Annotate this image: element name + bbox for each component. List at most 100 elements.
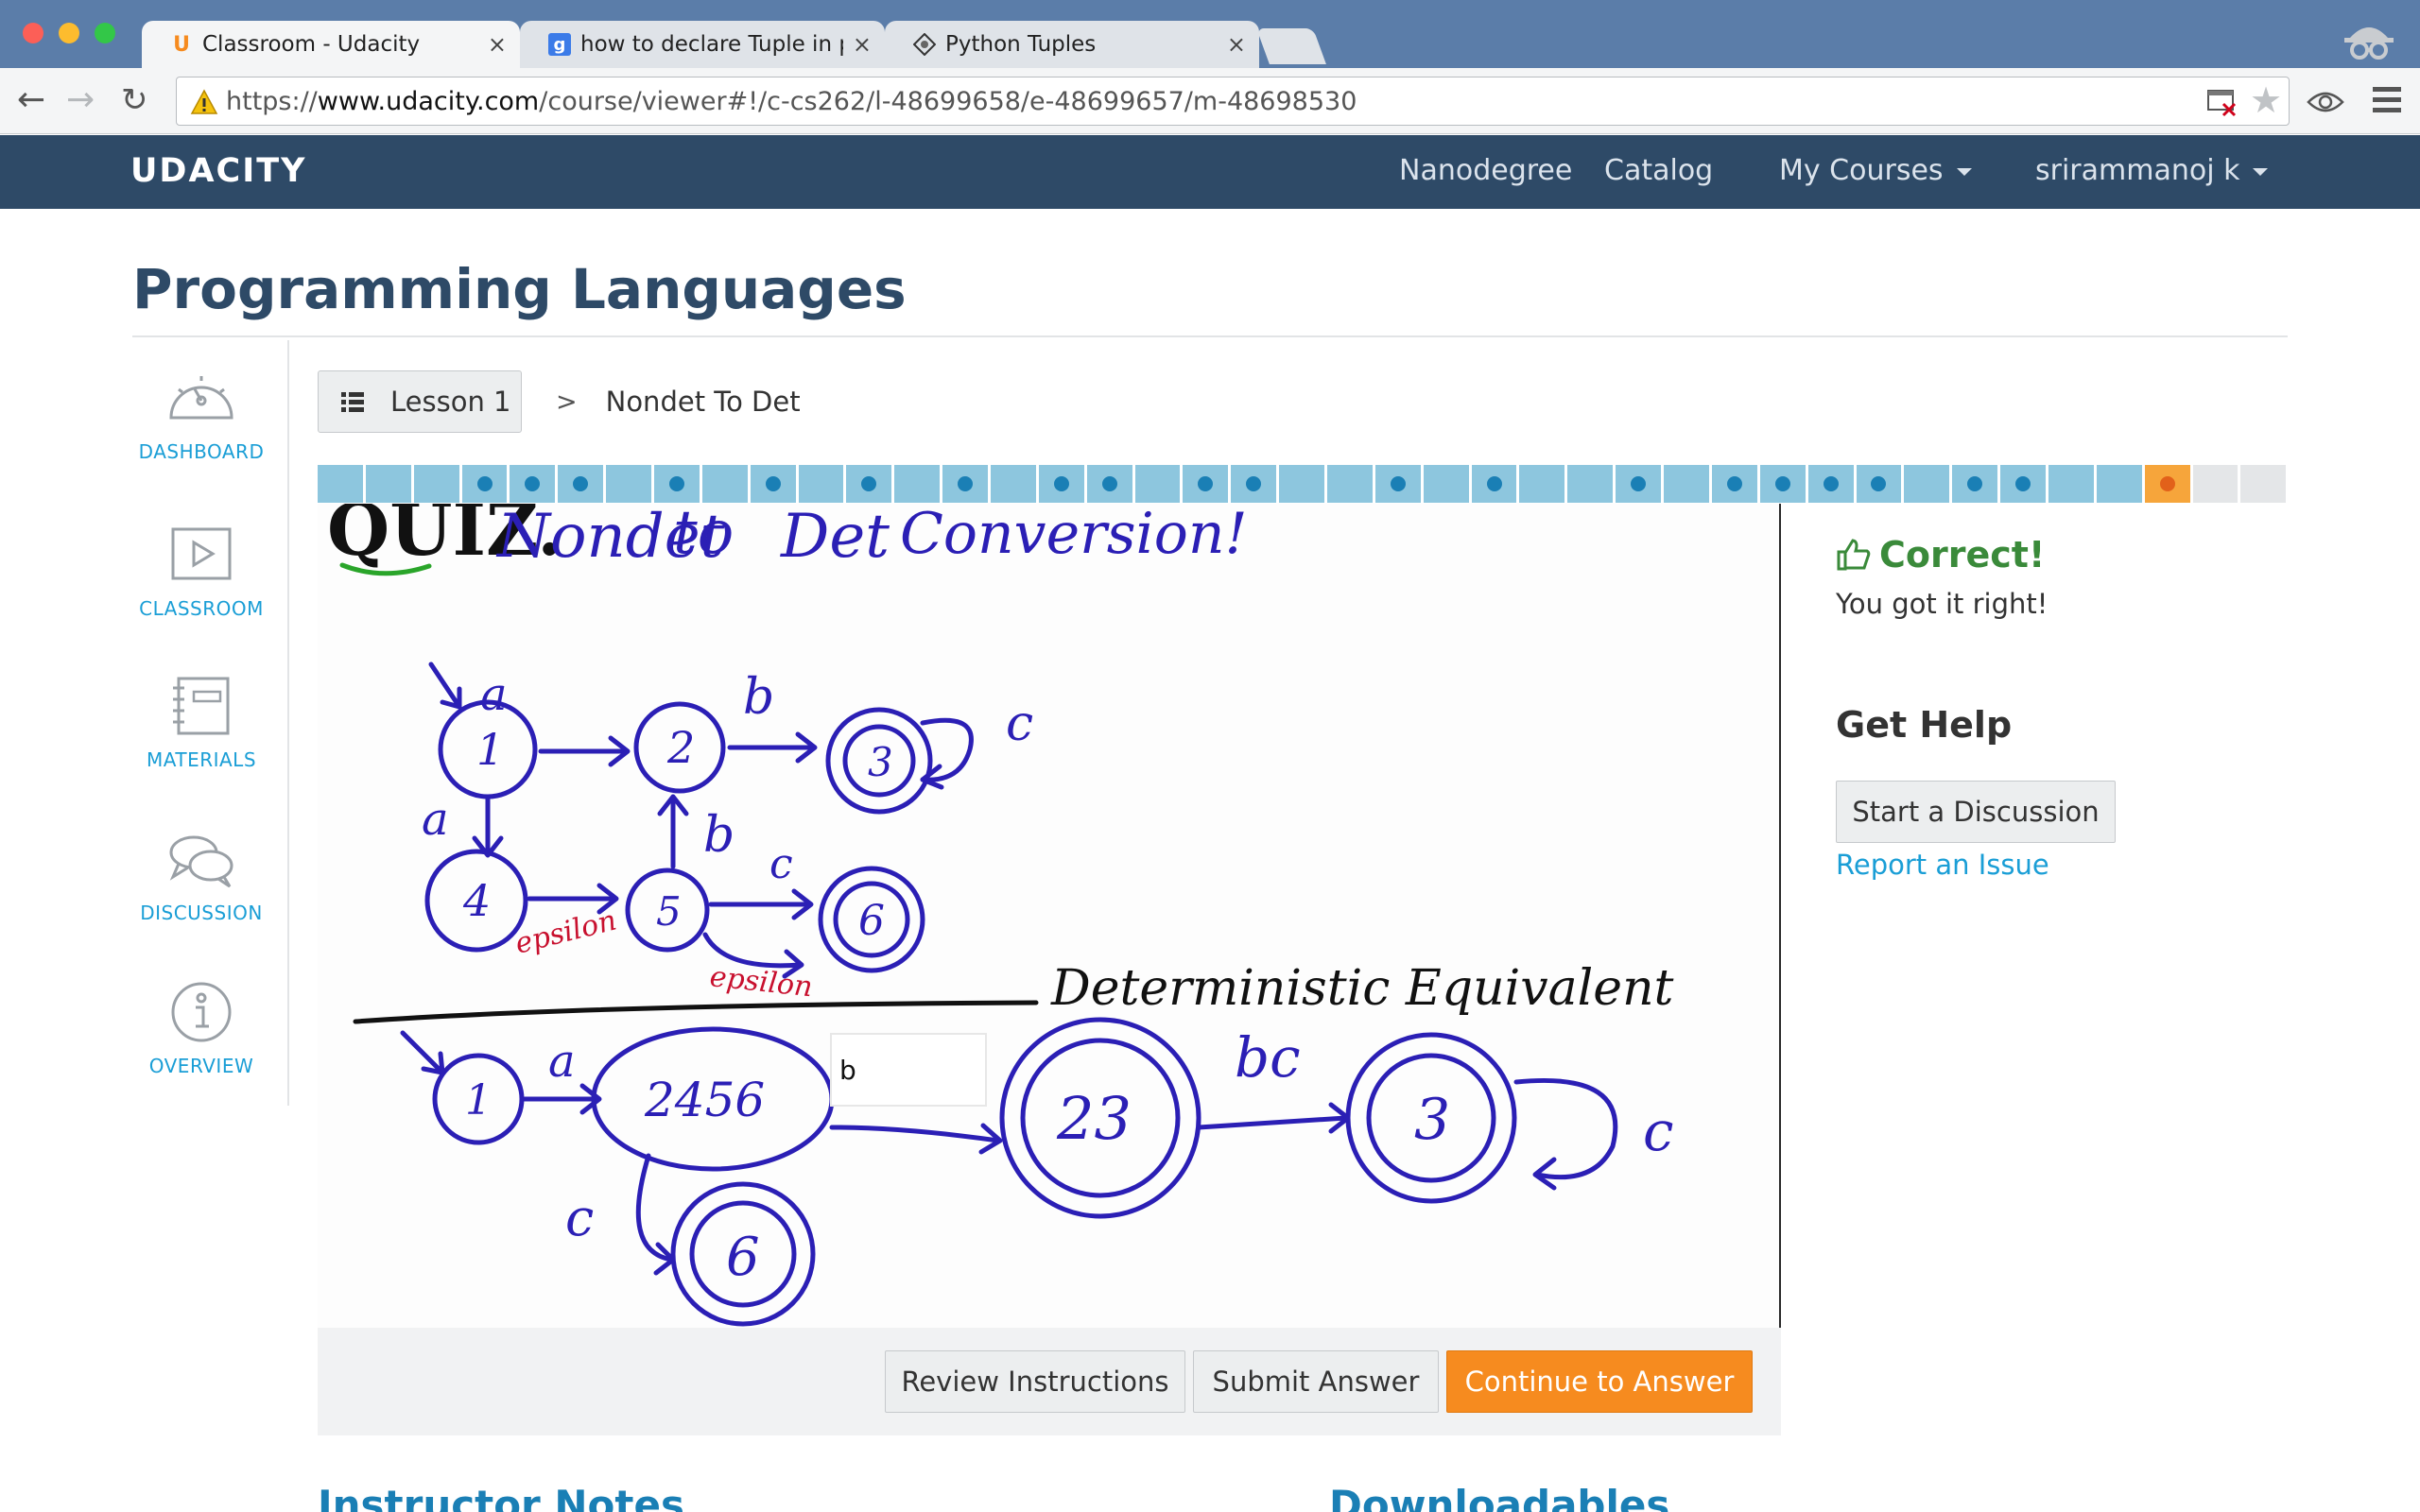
progress-segment[interactable] xyxy=(461,465,508,503)
chevron-down-icon xyxy=(1956,167,1972,176)
close-tab-icon[interactable]: × xyxy=(488,31,507,58)
blocked-popup-icon[interactable] xyxy=(2206,89,2238,117)
progress-segment[interactable] xyxy=(942,465,989,503)
start-discussion-button[interactable]: Start a Discussion xyxy=(1836,781,2116,843)
progress-segment[interactable] xyxy=(413,465,459,503)
progress-segment[interactable] xyxy=(1038,465,1084,503)
close-tab-icon[interactable]: × xyxy=(1227,31,1246,58)
tab-google-search[interactable]: g how to declare Tuple in pyt × xyxy=(520,21,885,68)
back-arrow-icon[interactable]: ← xyxy=(17,81,45,119)
edge-label: a xyxy=(480,668,508,721)
progress-segment[interactable] xyxy=(894,465,941,503)
close-tab-icon[interactable]: × xyxy=(853,31,872,58)
review-instructions-button[interactable]: Review Instructions xyxy=(885,1350,1185,1413)
tab-classroom[interactable]: U Classroom - Udacity × xyxy=(142,21,520,68)
progress-segment[interactable] xyxy=(1664,465,1709,503)
zoom-window-button[interactable] xyxy=(95,23,115,43)
incognito-icon xyxy=(2341,15,2397,64)
url-scheme: https:// xyxy=(226,86,318,116)
tab-title: Classroom - Udacity xyxy=(202,32,421,57)
edge-label: a xyxy=(422,793,449,846)
progress-dot-icon xyxy=(958,476,974,491)
edge-label: b xyxy=(703,807,735,864)
edge-label: a xyxy=(548,1035,576,1088)
progress-segment[interactable] xyxy=(798,465,844,503)
progress-segment[interactable] xyxy=(2240,465,2287,503)
progress-segment[interactable] xyxy=(1952,465,1998,503)
close-window-button[interactable] xyxy=(23,23,43,43)
progress-segment[interactable] xyxy=(991,465,1036,503)
state-label: 4 xyxy=(462,875,491,926)
title-word: Conversion! xyxy=(900,504,1248,567)
progress-dot-icon xyxy=(1726,476,1742,491)
chat-bubbles-icon xyxy=(169,835,233,888)
progress-segment[interactable] xyxy=(750,465,796,503)
edge-label: c xyxy=(769,840,793,888)
section-title: Deterministic Equivalent xyxy=(1050,960,1674,1017)
menu-hamburger-icon[interactable] xyxy=(2373,87,2401,112)
progress-segment[interactable] xyxy=(654,465,700,503)
progress-segment[interactable] xyxy=(1279,465,1325,503)
tab-python-tuples[interactable]: Python Tuples × xyxy=(885,21,1259,68)
sidebar-item-classroom[interactable]: CLASSROOM xyxy=(113,525,289,620)
reload-icon[interactable]: ↻ xyxy=(121,81,148,119)
minimize-window-button[interactable] xyxy=(59,23,79,43)
progress-segment[interactable] xyxy=(1231,465,1277,503)
progress-segment[interactable] xyxy=(1327,465,1373,503)
progress-dot-icon xyxy=(525,476,541,491)
sidebar-item-dashboard[interactable]: DASHBOARD xyxy=(113,369,289,463)
lesson-progress-bar xyxy=(318,465,2287,503)
quiz-button-bar: Review Instructions Submit Answer Contin… xyxy=(318,1328,1781,1435)
lesson-button[interactable]: Lesson 1 xyxy=(318,370,522,433)
nav-nanodegree[interactable]: Nanodegree xyxy=(1399,154,1572,187)
edge-label: c xyxy=(1006,696,1033,752)
progress-segment[interactable] xyxy=(1183,465,1229,503)
progress-segment[interactable] xyxy=(1807,465,1854,503)
progress-segment[interactable] xyxy=(1856,465,1902,503)
progress-segment[interactable] xyxy=(2048,465,2094,503)
sidebar-item-discussion[interactable]: DISCUSSION xyxy=(113,830,289,924)
progress-segment[interactable] xyxy=(2000,465,2046,503)
answer-input[interactable] xyxy=(830,1033,987,1107)
progress-segment[interactable] xyxy=(2192,465,2238,503)
progress-segment[interactable] xyxy=(1904,465,1950,503)
progress-segment[interactable] xyxy=(1423,465,1469,503)
lesson-label: Lesson 1 xyxy=(390,386,511,418)
progress-segment[interactable] xyxy=(365,465,411,503)
sidebar-item-materials[interactable]: MATERIALS xyxy=(113,677,289,771)
progress-segment[interactable] xyxy=(558,465,604,503)
progress-segment[interactable] xyxy=(2096,465,2142,503)
eye-extension-icon[interactable] xyxy=(2307,89,2344,115)
nav-catalog[interactable]: Catalog xyxy=(1604,154,1713,187)
continue-to-answer-button[interactable]: Continue to Answer xyxy=(1446,1350,1753,1413)
progress-segment[interactable] xyxy=(318,465,363,503)
progress-segment[interactable] xyxy=(701,465,748,503)
divider xyxy=(132,335,2288,337)
progress-segment[interactable] xyxy=(1711,465,1757,503)
progress-segment[interactable] xyxy=(1471,465,1517,503)
progress-segment[interactable] xyxy=(1616,465,1662,503)
udacity-logo[interactable]: UDACITY xyxy=(130,152,307,190)
submit-answer-button[interactable]: Submit Answer xyxy=(1193,1350,1439,1413)
progress-segment-current[interactable] xyxy=(2144,465,2190,503)
progress-segment[interactable] xyxy=(1374,465,1421,503)
progress-segment[interactable] xyxy=(1086,465,1132,503)
bookmark-star-icon[interactable]: ★ xyxy=(2250,79,2282,121)
progress-segment[interactable] xyxy=(606,465,652,503)
progress-segment[interactable] xyxy=(1519,465,1565,503)
state-label: 2456 xyxy=(644,1073,765,1127)
new-tab-button[interactable] xyxy=(1256,28,1326,64)
progress-segment[interactable] xyxy=(846,465,892,503)
warning-lock-icon xyxy=(190,89,218,114)
forward-arrow-icon[interactable]: → xyxy=(66,81,95,119)
report-issue-link[interactable]: Report an Issue xyxy=(1836,849,2049,881)
progress-segment[interactable] xyxy=(1134,465,1181,503)
address-bar[interactable]: https://www.udacity.com/course/viewer#!/… xyxy=(176,77,2290,126)
sidebar-item-overview[interactable]: OVERVIEW xyxy=(113,981,289,1077)
nav-user-menu[interactable]: srirammanoj k xyxy=(2035,154,2269,187)
progress-segment[interactable] xyxy=(1759,465,1806,503)
progress-segment[interactable] xyxy=(1567,465,1614,503)
nav-my-courses[interactable]: My Courses xyxy=(1779,154,1972,187)
progress-segment[interactable] xyxy=(510,465,556,503)
progress-dot-icon xyxy=(1246,476,1262,491)
